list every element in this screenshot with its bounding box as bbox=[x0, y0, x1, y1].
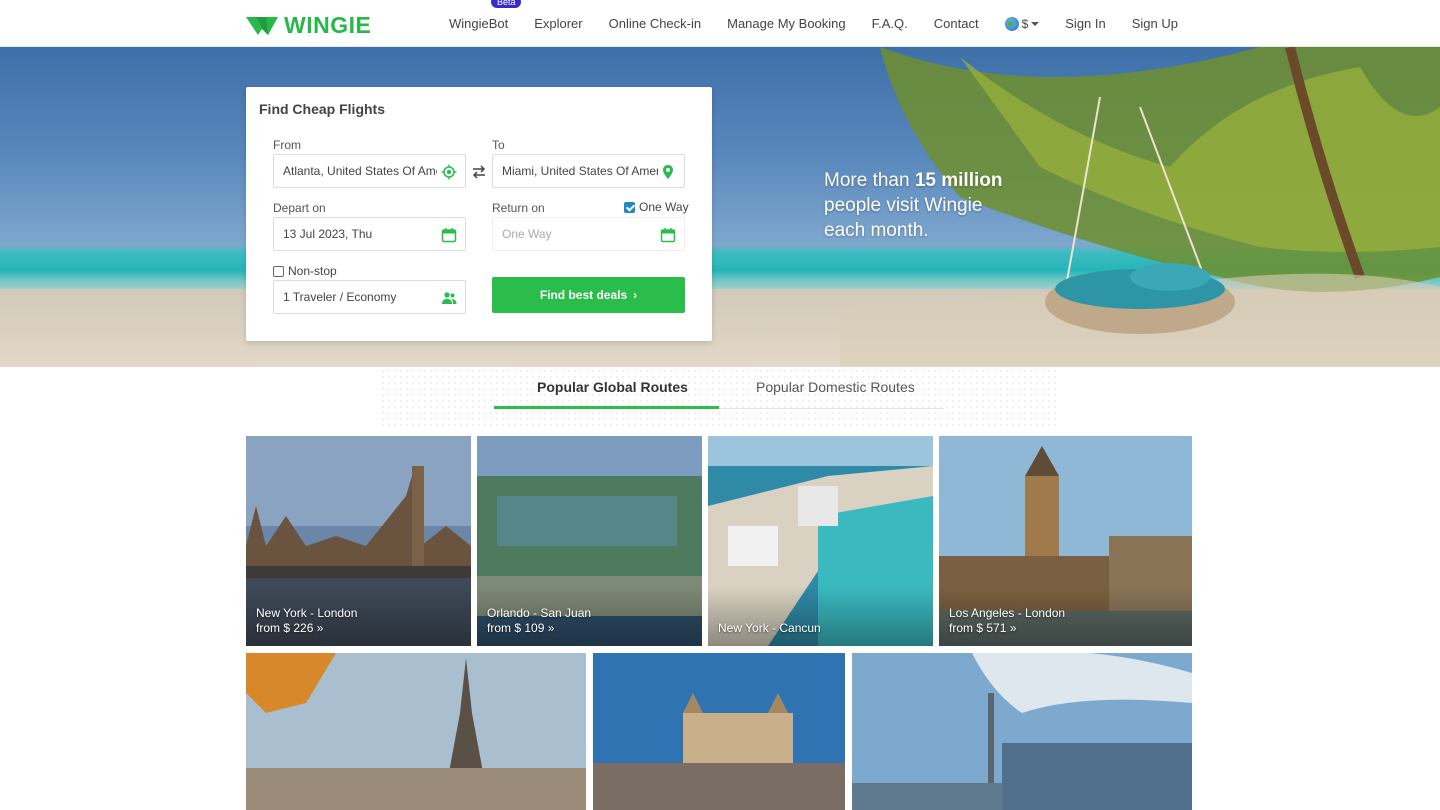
travelers-icon bbox=[442, 292, 457, 304]
route-card[interactable]: Los Angeles - London from $ 571 » bbox=[939, 436, 1192, 646]
double-chevron-icon: » bbox=[1009, 621, 1017, 635]
route-card[interactable]: Orlando - San Juan from $ 109 » bbox=[477, 436, 702, 646]
to-input[interactable]: Miami, United States Of America bbox=[492, 154, 685, 188]
route-caption: New York - Cancun bbox=[718, 621, 821, 636]
from-input[interactable]: Atlanta, United States Of America bbox=[273, 154, 466, 188]
depart-value: 13 Jul 2023, Thu bbox=[283, 227, 373, 241]
one-way-check-icon bbox=[624, 201, 635, 213]
nonstop-check-icon bbox=[273, 265, 284, 277]
find-best-deals-label: Find best deals bbox=[539, 288, 628, 302]
depart-label: Depart on bbox=[273, 201, 326, 215]
language-currency-selector[interactable]: $ bbox=[1004, 16, 1040, 31]
hero-text-line2: people visit Wingie bbox=[824, 195, 983, 216]
nav-online-checkin[interactable]: Online Check-in bbox=[609, 16, 702, 31]
toronto-skyline-image bbox=[852, 653, 1192, 810]
route-name: Orlando - San Juan bbox=[487, 606, 592, 620]
nonstop-checkbox[interactable]: Non-stop bbox=[273, 264, 337, 278]
main-nav: WingieBot Beta Explorer Online Check-in … bbox=[423, 0, 1178, 47]
find-best-deals-button[interactable]: Find best deals › bbox=[492, 277, 685, 313]
paris-eiffel-image bbox=[246, 653, 586, 810]
tab-popular-domestic-routes[interactable]: Popular Domestic Routes bbox=[756, 379, 915, 395]
route-caption: Orlando - San Juan from $ 109 » bbox=[487, 606, 591, 636]
nonstop-label: Non-stop bbox=[288, 264, 337, 278]
hero-banner: More than 15 million people visit Wingie… bbox=[0, 47, 1440, 367]
route-caption: New York - London from $ 226 » bbox=[256, 606, 357, 636]
swap-icon[interactable] bbox=[471, 164, 487, 180]
one-way-checkbox[interactable]: One Way bbox=[624, 200, 689, 214]
hero-text-line3: each month. bbox=[824, 220, 929, 241]
route-card[interactable] bbox=[593, 653, 845, 810]
currency-symbol: $ bbox=[1021, 16, 1029, 31]
flight-search-card: Find Cheap Flights From Atlanta, United … bbox=[246, 87, 712, 341]
return-date-input[interactable]: One Way bbox=[492, 217, 685, 251]
search-title: Find Cheap Flights bbox=[259, 101, 385, 117]
double-chevron-icon: » bbox=[316, 621, 324, 635]
globe-icon bbox=[1004, 16, 1019, 31]
route-card[interactable]: New York - London from $ 226 » bbox=[246, 436, 471, 646]
wingie-logo[interactable]: WINGIE bbox=[246, 12, 371, 39]
hero-text-bold: 15 million bbox=[914, 170, 1003, 191]
chevron-right-icon: › bbox=[633, 288, 638, 302]
to-value: Miami, United States Of America bbox=[502, 164, 658, 178]
calendar-icon bbox=[660, 228, 676, 243]
wingie-logo-icon bbox=[246, 16, 278, 35]
nav-sign-in[interactable]: Sign In bbox=[1065, 16, 1105, 31]
route-name: New York - Cancun bbox=[718, 621, 821, 635]
beta-badge: Beta bbox=[490, 0, 522, 8]
tab-popular-global-routes[interactable]: Popular Global Routes bbox=[537, 379, 688, 395]
hero-tagline: More than 15 million people visit Wingie… bbox=[824, 168, 1002, 243]
routes-tabs: Popular Global Routes Popular Domestic R… bbox=[494, 367, 944, 409]
bogota-cathedral-image bbox=[593, 653, 845, 810]
to-label: To bbox=[492, 138, 505, 152]
double-chevron-icon: » bbox=[547, 621, 555, 635]
active-tab-underline bbox=[494, 406, 719, 409]
route-price: from $ 571 bbox=[949, 621, 1007, 635]
nav-wingiebot-label: WingieBot bbox=[448, 16, 509, 31]
route-price: from $ 226 bbox=[256, 621, 314, 635]
return-placeholder: One Way bbox=[502, 227, 552, 241]
hero-text-pre: More than bbox=[824, 170, 915, 191]
route-card[interactable]: New York - Cancun bbox=[708, 436, 933, 646]
nav-explorer[interactable]: Explorer bbox=[534, 16, 582, 31]
locate-icon[interactable] bbox=[441, 164, 457, 180]
from-value: Atlanta, United States Of America bbox=[283, 164, 437, 178]
logo-text: WINGIE bbox=[284, 12, 372, 38]
nav-wingiebot[interactable]: WingieBot Beta bbox=[448, 0, 522, 31]
calendar-icon bbox=[441, 228, 457, 243]
from-label: From bbox=[273, 138, 301, 152]
site-header: WINGIE WingieBot Beta Explorer Online Ch… bbox=[0, 0, 1440, 47]
one-way-label: One Way bbox=[639, 200, 689, 214]
depart-date-input[interactable]: 13 Jul 2023, Thu bbox=[273, 217, 466, 251]
route-caption: Los Angeles - London from $ 571 » bbox=[949, 606, 1065, 636]
caret-down-icon bbox=[1031, 21, 1040, 26]
travelers-value: 1 Traveler / Economy bbox=[283, 290, 397, 304]
map-pin-icon bbox=[663, 165, 673, 179]
route-card[interactable] bbox=[246, 653, 586, 810]
route-name: Los Angeles - London bbox=[949, 606, 1066, 620]
card-shade bbox=[708, 586, 933, 646]
return-label: Return on bbox=[492, 201, 545, 215]
route-card[interactable] bbox=[852, 653, 1192, 810]
route-name: New York - London bbox=[256, 606, 358, 620]
nav-contact[interactable]: Contact bbox=[934, 16, 979, 31]
nav-manage-booking[interactable]: Manage My Booking bbox=[727, 16, 846, 31]
nav-sign-up[interactable]: Sign Up bbox=[1132, 16, 1178, 31]
route-price: from $ 109 bbox=[487, 621, 545, 635]
nav-faq[interactable]: F.A.Q. bbox=[872, 16, 908, 31]
travelers-selector[interactable]: 1 Traveler / Economy bbox=[273, 280, 466, 314]
